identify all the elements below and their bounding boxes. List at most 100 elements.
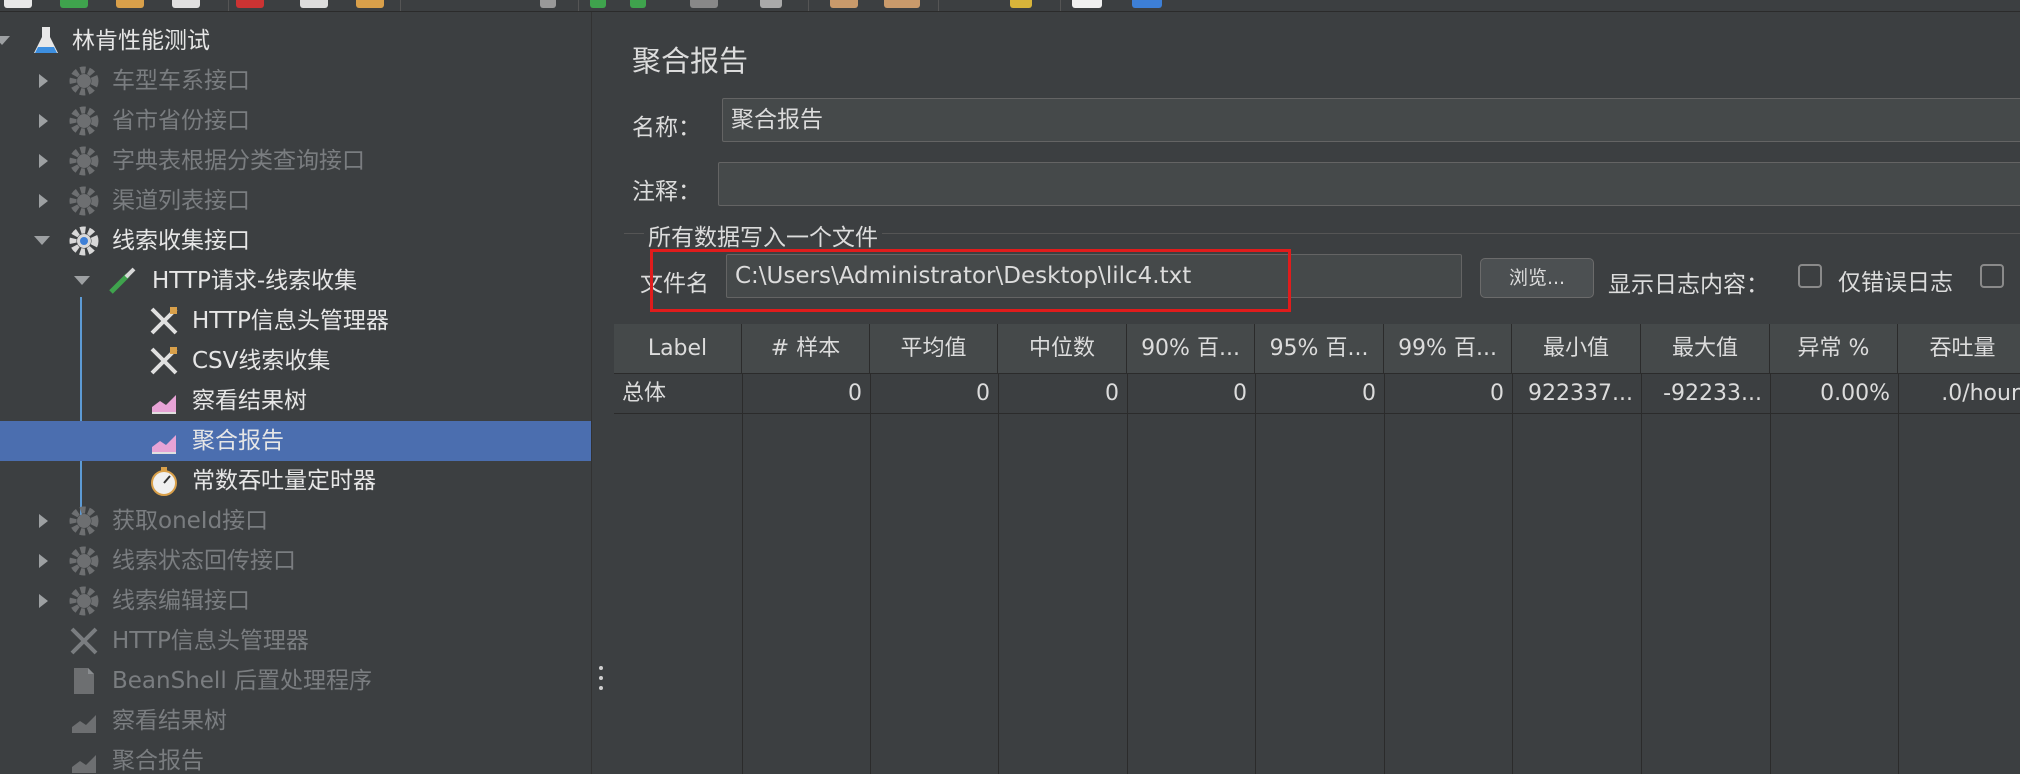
column-header-samples[interactable]: # 样本: [742, 324, 870, 374]
table-cell[interactable]: 0: [998, 374, 1127, 414]
column-header-p99[interactable]: 99% 百...: [1384, 324, 1512, 374]
start-no-pause-icon[interactable]: [630, 0, 646, 8]
paste-icon[interactable]: [356, 0, 384, 8]
collapse-arrow-icon[interactable]: [74, 276, 90, 285]
log-content-label: 显示日志内容：: [1608, 272, 1769, 298]
column-divider: [870, 374, 871, 774]
table-cell[interactable]: 总体: [614, 374, 742, 414]
start-icon[interactable]: [590, 0, 606, 8]
expand-arrow-icon[interactable]: [39, 114, 48, 128]
successes-checkbox[interactable]: [1980, 264, 2004, 288]
listener-chart-icon: [72, 715, 96, 733]
tree-node-listener[interactable]: 聚合报告: [0, 741, 591, 774]
table-cell[interactable]: -92233...: [1641, 374, 1770, 414]
column-header-error-rate[interactable]: 异常 %: [1770, 324, 1898, 374]
templates-icon[interactable]: [60, 0, 88, 8]
expand-arrow-icon[interactable]: [39, 594, 48, 608]
aggregate-report-panel: 聚合报告 名称： 聚合报告 注释： 所有数据写入一个文件 文件名 C:\User…: [610, 12, 2020, 774]
tools-icon: [150, 307, 178, 335]
collapse-arrow-icon[interactable]: [34, 236, 50, 245]
tree-label: HTTP信息头管理器: [192, 308, 389, 334]
open-icon[interactable]: [116, 0, 144, 8]
tree-label: HTTP请求-线索收集: [152, 268, 358, 294]
function-helper-icon[interactable]: [1072, 0, 1102, 8]
comment-field[interactable]: [718, 162, 2020, 206]
tree-node-thread-group[interactable]: 渠道列表接口: [0, 181, 591, 221]
browse-button[interactable]: 浏览...: [1480, 258, 1594, 298]
expand-arrow-icon[interactable]: [39, 194, 48, 208]
listener-chart-icon: [152, 435, 176, 454]
gear-icon: [69, 586, 99, 616]
clear-icon[interactable]: [830, 0, 858, 8]
table-cell[interactable]: 0: [742, 374, 870, 414]
toolbar-separator: [228, 0, 229, 11]
table-cell[interactable]: 0: [1127, 374, 1255, 414]
save-icon[interactable]: [172, 0, 200, 8]
column-header-median[interactable]: 中位数: [998, 324, 1127, 374]
cut-icon[interactable]: [236, 0, 264, 8]
results-table: Label # 样本 平均值 中位数 90% 百... 95% 百... 99%…: [614, 324, 2020, 774]
expand-arrow-icon[interactable]: [39, 554, 48, 568]
column-header-throughput[interactable]: 吞吐量: [1898, 324, 2020, 374]
expand-arrow-icon[interactable]: [39, 154, 48, 168]
grip-dot: [599, 666, 603, 670]
table-cell[interactable]: .0/hour: [1898, 374, 2020, 414]
expand-icon[interactable]: [540, 0, 556, 8]
test-plan-flask-icon: [34, 27, 58, 53]
column-header-min[interactable]: 最小值: [1512, 324, 1641, 374]
tree-node-listener-selected[interactable]: 聚合报告: [0, 421, 591, 461]
table-cell[interactable]: 0: [1384, 374, 1512, 414]
tree-node-timer[interactable]: 常数吞吐量定时器: [0, 461, 591, 501]
name-field[interactable]: 聚合报告: [722, 98, 2020, 142]
search-icon[interactable]: [1010, 0, 1032, 8]
stop-icon[interactable]: [690, 0, 718, 8]
expand-arrow-icon[interactable]: [39, 74, 48, 88]
column-header-p90[interactable]: 90% 百...: [1127, 324, 1255, 374]
help-icon[interactable]: [1132, 0, 1162, 8]
tree-label: CSV线索收集: [192, 348, 331, 374]
table-cell[interactable]: 0: [870, 374, 998, 414]
tree-node-listener[interactable]: 察看结果树: [0, 381, 591, 421]
errors-only-checkbox[interactable]: [1798, 264, 1822, 288]
tree-node-root[interactable]: 林肯性能测试: [0, 21, 591, 61]
table-cell[interactable]: 0: [1255, 374, 1384, 414]
splitter-handle[interactable]: [591, 12, 611, 774]
collapse-arrow-icon[interactable]: [0, 36, 10, 45]
tree-label: 察看结果树: [192, 388, 307, 414]
table-cell[interactable]: 0.00%: [1770, 374, 1898, 414]
column-header-label[interactable]: Label: [614, 324, 742, 374]
tree-node-config[interactable]: HTTP信息头管理器: [0, 301, 591, 341]
tree-node-postprocessor[interactable]: BeanShell 后置处理程序: [0, 661, 591, 701]
column-header-p95[interactable]: 95% 百...: [1255, 324, 1384, 374]
column-header-max[interactable]: 最大值: [1641, 324, 1770, 374]
clear-all-icon[interactable]: [884, 0, 920, 8]
tree-node-config[interactable]: CSV线索收集: [0, 341, 591, 381]
comment-label: 注释：: [632, 179, 701, 205]
column-header-average[interactable]: 平均值: [870, 324, 998, 374]
tree-label: 省市省份接口: [112, 108, 250, 134]
column-divider: [1384, 374, 1385, 774]
tree-node-thread-group[interactable]: 线索编辑接口: [0, 581, 591, 621]
shutdown-icon[interactable]: [760, 0, 782, 8]
tree-node-http-sampler[interactable]: HTTP请求-线索收集: [0, 261, 591, 301]
tree-node-thread-group[interactable]: 省市省份接口: [0, 101, 591, 141]
tree-node-listener[interactable]: 察看结果树: [0, 701, 591, 741]
new-icon[interactable]: [4, 0, 32, 8]
tree-node-thread-group[interactable]: 车型车系接口: [0, 61, 591, 101]
tree-node-thread-group[interactable]: 线索状态回传接口: [0, 541, 591, 581]
expand-arrow-icon[interactable]: [39, 514, 48, 528]
tree-label: 聚合报告: [112, 748, 204, 774]
tree-label: 察看结果树: [112, 708, 227, 734]
errors-only-label: 仅错误日志: [1838, 270, 1953, 296]
column-divider: [1512, 374, 1513, 774]
tree-node-thread-group[interactable]: 字典表根据分类查询接口: [0, 141, 591, 181]
table-cell[interactable]: 922337...: [1512, 374, 1641, 414]
listener-chart-icon: [151, 388, 177, 414]
tree-label: BeanShell 后置处理程序: [112, 668, 373, 694]
tree-label: 常数吞吐量定时器: [192, 468, 376, 494]
tree-node-config[interactable]: HTTP信息头管理器: [0, 621, 591, 661]
column-divider: [1898, 374, 1899, 774]
tree-node-thread-group[interactable]: 获取oneId接口: [0, 501, 591, 541]
tree-node-thread-group[interactable]: 线索收集接口: [0, 221, 591, 261]
copy-icon[interactable]: [300, 0, 328, 8]
